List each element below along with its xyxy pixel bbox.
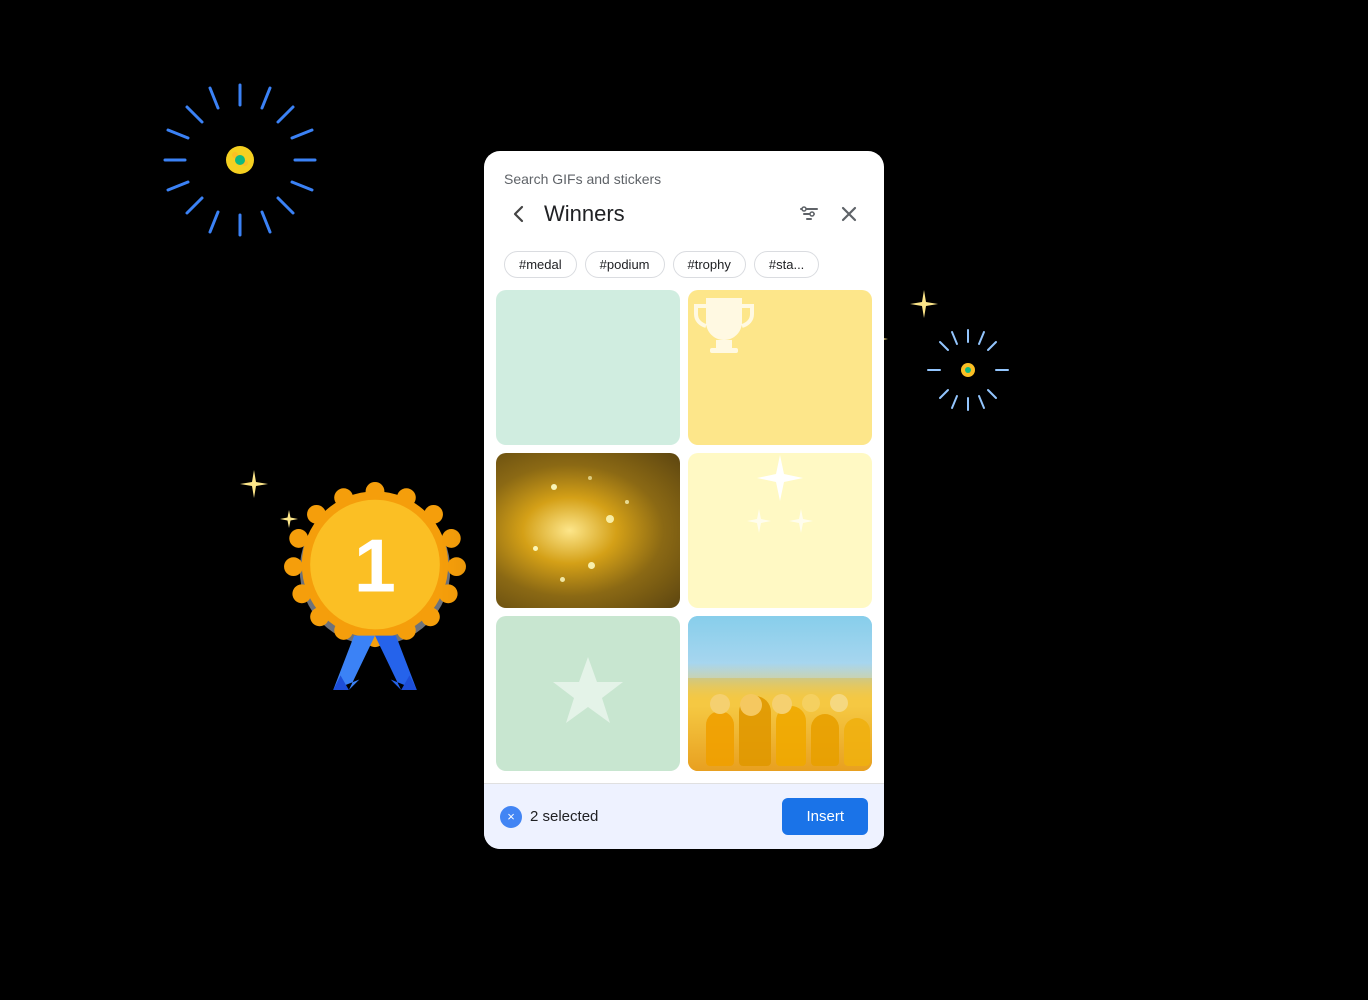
- blue-starburst-decor: [140, 60, 340, 260]
- sparkle-large-icon: [755, 453, 805, 503]
- back-arrow-icon: [508, 203, 530, 225]
- tag-star[interactable]: #sta...: [754, 251, 819, 278]
- tag-medal[interactable]: #medal: [504, 251, 577, 278]
- medal-decor: 1: [260, 460, 490, 690]
- tag-trophy[interactable]: #trophy: [673, 251, 746, 278]
- svg-text:1: 1: [354, 524, 396, 608]
- gif-cell-4[interactable]: [688, 453, 872, 608]
- gif-cell-1[interactable]: [496, 290, 680, 445]
- search-query-text: Winners: [544, 201, 784, 227]
- sparkle-decor-1: [910, 290, 938, 318]
- sparkle-small-right-icon: [787, 507, 815, 535]
- gif-cell-2[interactable]: [688, 290, 872, 445]
- star-icon: [543, 649, 633, 739]
- gif-cell-3[interactable]: [496, 453, 680, 608]
- trophy-icon: [688, 290, 760, 362]
- tag-podium[interactable]: #podium: [585, 251, 665, 278]
- bottom-bar: × 2 selected Insert: [484, 783, 884, 849]
- close-icon: [838, 203, 860, 225]
- search-header: Search GIFs and stickers Winners: [484, 151, 884, 247]
- light-starburst-decor: [918, 320, 1018, 420]
- search-header-title: Search GIFs and stickers: [504, 171, 864, 187]
- filter-button[interactable]: [794, 199, 824, 229]
- insert-button[interactable]: Insert: [782, 798, 868, 835]
- tags-row: #medal #podium #trophy #sta...: [484, 247, 884, 290]
- gif-grid: [484, 290, 884, 771]
- gif-cell-5[interactable]: [496, 616, 680, 771]
- back-button[interactable]: [504, 199, 534, 229]
- search-bar: Winners: [504, 199, 864, 239]
- gif-sticker-modal: Search GIFs and stickers Winners: [484, 151, 884, 849]
- gif-cell-6[interactable]: [688, 616, 872, 771]
- selected-info: × 2 selected: [500, 806, 598, 828]
- sparkle-small-left-icon: [745, 507, 773, 535]
- close-button[interactable]: [834, 199, 864, 229]
- filter-icon: [798, 203, 820, 225]
- clear-selection-button[interactable]: ×: [500, 806, 522, 828]
- selected-count-text: 2 selected: [530, 808, 598, 825]
